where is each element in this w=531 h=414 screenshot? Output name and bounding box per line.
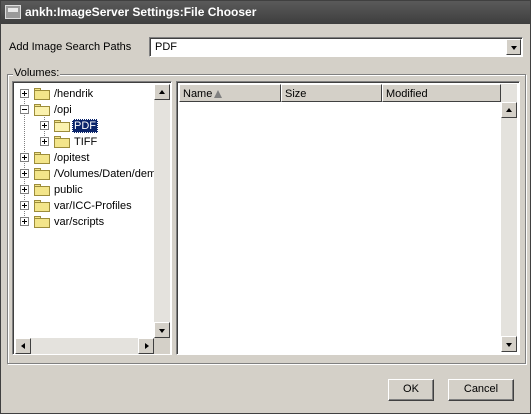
title-bar[interactable]: ankh:ImageServer Settings:File Chooser	[1, 1, 530, 24]
volumes-tree-panel[interactable]: /hendrik /opi PDF TIFF /opitest /Volumes…	[12, 81, 172, 355]
column-label: Name	[183, 88, 213, 100]
expand-icon[interactable]	[20, 201, 29, 210]
tree-item-hendrik[interactable]: /hendrik	[15, 86, 154, 102]
open-folder-icon	[54, 120, 70, 132]
column-label: Size	[285, 88, 307, 100]
tree-item-label: var/ICC-Profiles	[54, 200, 132, 212]
column-header-size[interactable]: Size	[281, 84, 382, 102]
scroll-right-button[interactable]	[138, 338, 154, 354]
collapse-icon[interactable]	[20, 105, 29, 114]
folder-icon	[34, 184, 50, 196]
tree-item-label: TIFF	[74, 136, 98, 148]
folder-icon	[34, 152, 50, 164]
tree-item-label: /hendrik	[54, 88, 94, 100]
tree-item-label: var/scripts	[54, 216, 105, 228]
folder-icon	[34, 88, 50, 100]
scroll-up-button[interactable]	[154, 84, 170, 100]
tree-item-opitest[interactable]: /opitest	[15, 150, 154, 166]
scroll-corner	[154, 338, 170, 354]
arrow-down-icon	[506, 343, 512, 347]
combo-dropdown-button[interactable]	[506, 39, 521, 55]
tree-item-scripts[interactable]: var/scripts	[15, 214, 154, 230]
expand-icon[interactable]	[20, 217, 29, 226]
cancel-button[interactable]: Cancel	[448, 379, 514, 401]
expand-icon[interactable]	[20, 169, 29, 178]
arrow-up-icon	[506, 108, 512, 112]
search-paths-combo[interactable]: PDF	[149, 37, 523, 57]
column-header-name[interactable]: Name	[179, 84, 281, 102]
tree-item-volumes-daten[interactable]: /Volumes/Daten/dem	[15, 166, 154, 182]
search-paths-value: PDF	[155, 41, 177, 53]
ok-button[interactable]: OK	[388, 379, 434, 401]
tree-item-label: public	[54, 184, 83, 196]
tree-item-public[interactable]: public	[15, 182, 154, 198]
tree-item-label: /Volumes/Daten/dem	[54, 168, 154, 180]
tree-item-tiff[interactable]: TIFF	[15, 134, 154, 150]
tree-item-pdf[interactable]: PDF	[15, 118, 154, 134]
tree-vertical-scrollbar[interactable]	[154, 84, 170, 338]
sort-ascending-icon	[214, 90, 222, 98]
folder-icon	[34, 168, 50, 180]
open-folder-icon	[34, 104, 50, 116]
volumes-tree: /hendrik /opi PDF TIFF /opitest /Volumes…	[15, 84, 154, 338]
tree-item-opi[interactable]: /opi	[15, 102, 154, 118]
tree-item-label: /opitest	[54, 152, 90, 164]
expand-icon[interactable]	[20, 89, 29, 98]
app-icon	[5, 5, 21, 19]
expand-icon[interactable]	[40, 137, 49, 146]
arrow-up-icon	[159, 90, 165, 94]
scroll-left-button[interactable]	[15, 338, 31, 354]
search-paths-label: Add Image Search Paths	[9, 41, 132, 53]
folder-icon	[34, 216, 50, 228]
scroll-up-button[interactable]	[501, 102, 517, 118]
expand-icon[interactable]	[40, 121, 49, 130]
scroll-down-button[interactable]	[501, 336, 517, 352]
file-list-panel[interactable]: Name Size Modified	[176, 81, 520, 355]
file-chooser-dialog: ankh:ImageServer Settings:File Chooser A…	[0, 0, 531, 414]
expand-icon[interactable]	[20, 153, 29, 162]
window-title: ankh:ImageServer Settings:File Chooser	[25, 5, 257, 19]
tree-item-label: PDF	[72, 119, 98, 133]
arrow-down-icon	[159, 329, 165, 333]
tree-horizontal-scrollbar[interactable]	[15, 338, 154, 354]
folder-icon	[54, 136, 70, 148]
chevron-down-icon	[511, 46, 517, 50]
file-list[interactable]	[179, 102, 501, 352]
column-label: Modified	[386, 88, 428, 100]
expand-icon[interactable]	[20, 185, 29, 194]
tree-item-icc-profiles[interactable]: var/ICC-Profiles	[15, 198, 154, 214]
scroll-down-button[interactable]	[154, 322, 170, 338]
arrow-left-icon	[21, 343, 25, 349]
folder-icon	[34, 200, 50, 212]
arrow-right-icon	[145, 343, 149, 349]
tree-item-label: /opi	[54, 104, 72, 116]
volumes-label: Volumes:	[13, 67, 61, 79]
file-list-vertical-scrollbar[interactable]	[501, 84, 517, 352]
column-header-modified[interactable]: Modified	[382, 84, 501, 102]
